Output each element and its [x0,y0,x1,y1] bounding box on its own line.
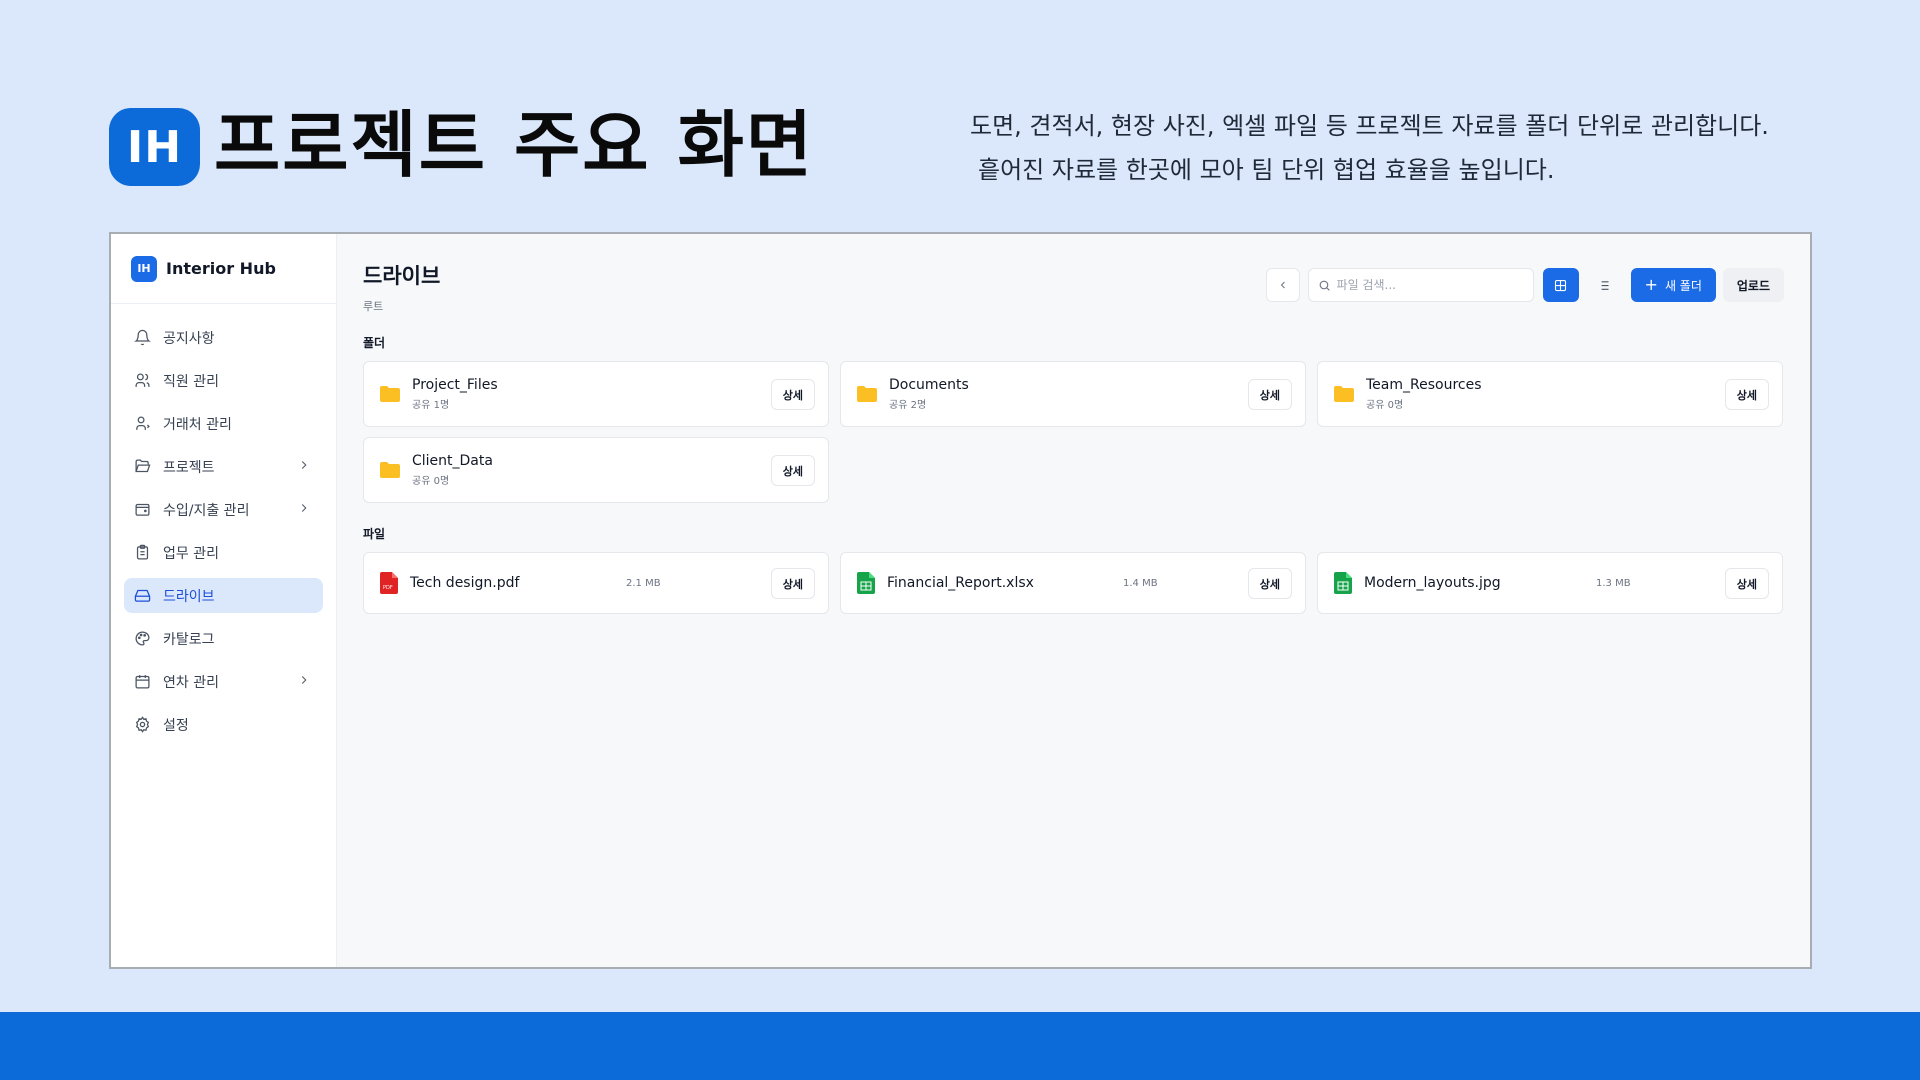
folder-name: Team_Resources [1366,377,1482,393]
sidebar-item-projects[interactable]: 프로젝트 [124,449,323,484]
spreadsheet-file-icon [1334,572,1352,594]
drive-main: 드라이브 루트 + 새 폴더 업로드 폴더 [337,234,1810,967]
folder-icon [1334,386,1354,402]
gear-icon [135,716,150,733]
folder-name: Project_Files [412,377,498,393]
folder-icon [857,386,877,402]
folder-shared-count: 공유 0명 [1366,400,1404,411]
slide-description: 도면, 견적서, 현장 사진, 엑셀 파일 등 프로젝트 자료를 폴더 단위로 … [970,104,1830,192]
sidebar-item-label: 업무 관리 [163,545,219,562]
calendar-icon [135,675,150,689]
chevron-right-icon[interactable] [297,458,311,472]
file-card[interactable]: Financial_Report.xlsx 1.4 MB 상세 [840,552,1306,614]
search-box[interactable] [1307,268,1534,302]
palette-icon [135,631,150,646]
clipboard-icon [136,544,149,560]
file-size: 1.4 MB [1123,578,1158,589]
slide-logo: IH [109,108,200,186]
sidebar-item-label: 설정 [163,717,189,734]
detail-button[interactable]: 상세 [1247,379,1292,410]
sidebar-item-catalog[interactable]: 카탈로그 [124,621,323,656]
search-icon [1319,280,1330,291]
sidebar-nav: 공지사항 직원 관리 거래처 관리 프로젝트 수입/지출 관리 업무 관리 드라… [111,304,336,742]
file-size: 1.3 MB [1596,578,1631,589]
user-group-icon [136,416,150,430]
chevron-left-icon [1280,281,1285,289]
upload-label: 업로드 [1736,278,1770,293]
sidebar-item-label: 수입/지출 관리 [163,502,250,519]
file-size: 2.1 MB [626,578,661,589]
sidebar-item-label: 프로젝트 [163,459,215,476]
users-icon [135,373,150,387]
list-view-button[interactable] [1586,268,1622,302]
file-name: Financial_Report.xlsx [887,575,1034,591]
upload-button[interactable]: 업로드 [1722,268,1784,302]
drive-icon [134,589,151,602]
detail-button[interactable]: 상세 [770,379,815,410]
back-button[interactable] [1265,268,1300,302]
sidebar-item-settings[interactable]: 설정 [124,707,323,742]
toolbar: + 새 폴더 업로드 [1265,268,1784,302]
sidebar-item-label: 카탈로그 [163,631,215,648]
sidebar-item-employees[interactable]: 직원 관리 [124,363,323,398]
folder-icon [380,462,400,478]
slide-title: 프로젝트 주요 화면 [214,103,815,187]
sidebar-item-label: 거래처 관리 [163,416,232,433]
sidebar-item-label: 공지사항 [163,330,215,347]
bottom-accent-bar [0,1012,1920,1080]
file-name: Modern_layouts.jpg [1364,575,1501,591]
sidebar-item-label: 드라이브 [163,588,215,605]
brand-name: Interior Hub [166,259,276,278]
sidebar-item-notices[interactable]: 공지사항 [124,320,323,355]
app-window: IH Interior Hub 공지사항 직원 관리 거래처 관리 프로젝트 수… [109,232,1812,969]
folder-name: Client_Data [412,453,493,469]
folder-shared-count: 공유 1명 [412,400,450,411]
new-folder-button[interactable]: + 새 폴더 [1630,268,1716,302]
file-name: Tech design.pdf [410,575,520,591]
grid-view-button[interactable] [1542,268,1579,302]
grid-icon [1554,279,1567,291]
sidebar-item-label: 직원 관리 [163,373,219,390]
new-folder-label: 새 폴더 [1664,278,1702,293]
detail-button[interactable]: 상세 [1724,568,1769,599]
folder-open-icon [135,459,151,473]
search-input[interactable] [1336,278,1517,292]
sidebar-item-drive[interactable]: 드라이브 [124,578,323,613]
file-card[interactable]: Modern_layouts.jpg 1.3 MB 상세 [1317,552,1783,614]
detail-button[interactable]: 상세 [770,455,815,486]
sidebar-item-clients[interactable]: 거래처 관리 [124,406,323,441]
folder-shared-count: 공유 0명 [412,476,450,487]
sidebar-item-label: 연차 관리 [163,674,219,691]
sidebar-item-tasks[interactable]: 업무 관리 [124,535,323,570]
folder-card[interactable]: Documents 공유 2명 상세 [840,361,1306,427]
list-icon [1598,280,1609,290]
bell-icon [134,329,151,346]
folder-icon [380,386,400,402]
detail-button[interactable]: 상세 [1724,379,1769,410]
folder-card[interactable]: Team_Resources 공유 0명 상세 [1317,361,1783,427]
spreadsheet-file-icon [857,572,875,594]
folders-section-label: 폴더 [363,336,386,350]
folder-shared-count: 공유 2명 [889,400,927,411]
chevron-right-icon[interactable] [297,501,311,515]
sidebar: IH Interior Hub 공지사항 직원 관리 거래처 관리 프로젝트 수… [111,234,337,967]
detail-button[interactable]: 상세 [770,568,815,599]
sidebar-item-income-expense[interactable]: 수입/지출 관리 [124,492,323,527]
file-card[interactable]: PDF Tech design.pdf 2.1 MB 상세 [363,552,829,614]
folder-name: Documents [889,377,969,393]
slide-description-line-2: 흩어진 자료를 한곳에 모아 팀 단위 협업 효율을 높입니다. [978,156,1555,184]
sidebar-item-leave[interactable]: 연차 관리 [124,664,323,699]
brand-logo: IH [131,255,157,282]
folder-card[interactable]: Client_Data 공유 0명 상세 [363,437,829,503]
plus-icon: + [1644,275,1658,294]
folder-card[interactable]: Project_Files 공유 1명 상세 [363,361,829,427]
detail-button[interactable]: 상세 [1247,568,1292,599]
pdf-file-icon: PDF [380,572,398,594]
brand[interactable]: IH Interior Hub [111,234,336,304]
slide-description-line-1: 도면, 견적서, 현장 사진, 엑셀 파일 등 프로젝트 자료를 폴더 단위로 … [970,112,1769,140]
chevron-right-icon[interactable] [297,673,311,687]
wallet-icon [135,503,150,516]
svg-text:PDF: PDF [383,585,393,591]
files-section-label: 파일 [363,527,386,541]
